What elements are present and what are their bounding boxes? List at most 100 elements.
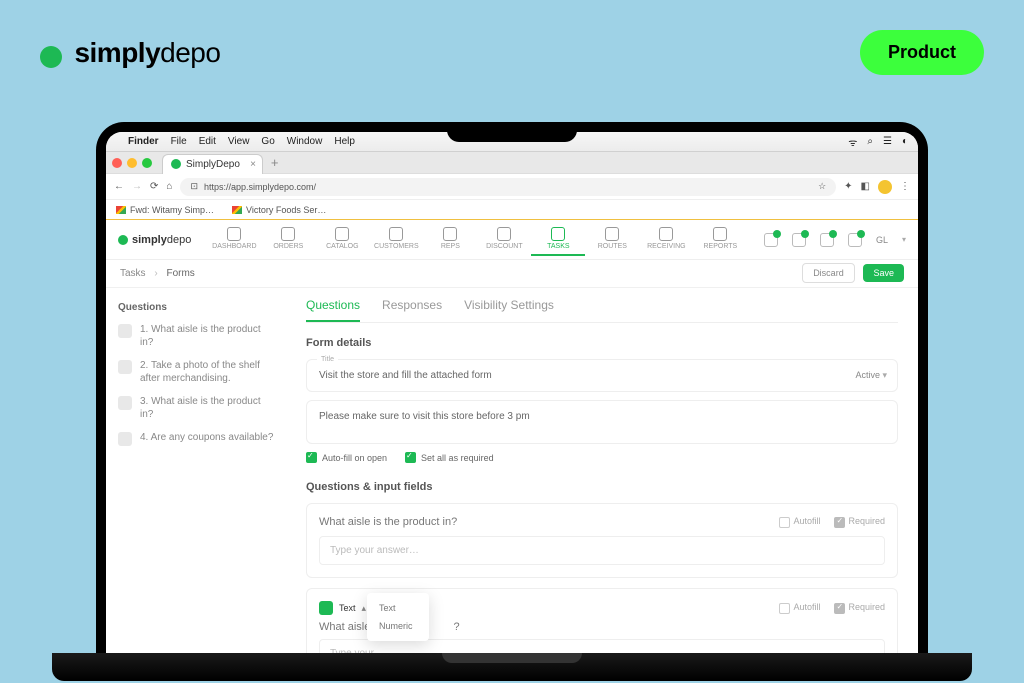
- menubar-item[interactable]: File: [171, 136, 187, 147]
- routes-icon: [605, 227, 619, 241]
- sidebar-heading: Questions: [118, 302, 274, 313]
- type-dropdown[interactable]: Text Numeric: [367, 593, 429, 641]
- type-icon: [319, 601, 333, 615]
- bell-icon[interactable]: [848, 233, 862, 247]
- bookmark-item[interactable]: Fwd: Witamy Simp…: [116, 205, 214, 215]
- description-value: Please make sure to visit this store bef…: [319, 411, 530, 422]
- forward-button[interactable]: →: [132, 181, 142, 192]
- nav-orders[interactable]: ORDERS: [261, 223, 315, 256]
- nav-dashboard[interactable]: DASHBOARD: [207, 223, 261, 256]
- catalog-icon: [335, 227, 349, 241]
- home-button[interactable]: ⌂: [166, 181, 172, 192]
- nav-reps[interactable]: REPS: [423, 223, 477, 256]
- form-tabs: Questions Responses Visibility Settings: [306, 298, 898, 323]
- sidebar-question[interactable]: 3. What aisle is the product in?: [118, 395, 274, 421]
- app-logo[interactable]: simplydepo: [118, 234, 191, 246]
- menu-icon[interactable]: ⋮: [900, 181, 910, 192]
- autofill-toggle[interactable]: Autofill: [779, 516, 820, 527]
- laptop-base: [52, 653, 972, 681]
- profile-avatar[interactable]: [878, 180, 892, 194]
- users-icon[interactable]: [792, 233, 806, 247]
- nav-catalog[interactable]: CATALOG: [315, 223, 369, 256]
- tab-visibility[interactable]: Visibility Settings: [464, 298, 554, 322]
- title-field[interactable]: Title Visit the store and fill the attac…: [306, 359, 898, 392]
- gmail-icon: [116, 206, 126, 214]
- browser-tabs: SimplyDepo × +: [106, 152, 918, 174]
- nav-reports[interactable]: REPORTS: [693, 223, 747, 256]
- answer-input[interactable]: Type your answer…: [319, 536, 885, 565]
- tab-questions[interactable]: Questions: [306, 298, 360, 322]
- question-title: What aisle is the product in?: [319, 516, 457, 528]
- required-checkbox[interactable]: Set all as required: [405, 452, 494, 463]
- menubar-item[interactable]: View: [228, 136, 250, 147]
- questions-sidebar: Questions 1. What aisle is the product i…: [106, 288, 286, 655]
- sidebar-question[interactable]: 1. What aisle is the product in?: [118, 323, 274, 349]
- new-tab-button[interactable]: +: [271, 155, 279, 170]
- menubar-item[interactable]: Go: [261, 136, 274, 147]
- dropdown-option[interactable]: Text: [367, 599, 429, 617]
- menubar-item[interactable]: Help: [334, 136, 355, 147]
- sidebar-question[interactable]: 4. Are any coupons available?: [118, 431, 274, 446]
- tab-responses[interactable]: Responses: [382, 298, 442, 322]
- chevron-right-icon: ›: [154, 268, 157, 279]
- nav-receiving[interactable]: RECEIVING: [639, 223, 693, 256]
- status-select[interactable]: Active: [855, 370, 887, 381]
- minimize-window-icon[interactable]: [127, 158, 137, 168]
- chevron-down-icon[interactable]: ▾: [902, 235, 906, 244]
- required-toggle[interactable]: Required: [834, 602, 885, 613]
- field-label: Title: [317, 356, 338, 363]
- question-icon: [118, 432, 132, 446]
- menubar-item[interactable]: Window: [287, 136, 323, 147]
- brand-dot-icon: [40, 46, 62, 68]
- logo-dot-icon: [118, 235, 128, 245]
- reps-icon: [443, 227, 457, 241]
- nav-customers[interactable]: CUSTOMERS: [369, 223, 423, 256]
- description-field[interactable]: Please make sure to visit this store bef…: [306, 400, 898, 444]
- nav-discount[interactable]: DISCOUNT: [477, 223, 531, 256]
- user-icon[interactable]: ◐: [902, 136, 908, 147]
- app-header: simplydepo DASHBOARD ORDERS CATALOG CUST…: [106, 220, 918, 260]
- dashboard-icon: [227, 227, 241, 241]
- question-card: What aisle is the product in? Autofill R…: [306, 503, 898, 578]
- bookmark-item[interactable]: Victory Foods Ser…: [232, 205, 326, 215]
- brand-logo: simplydepo: [40, 37, 220, 69]
- wifi-icon[interactable]: ᯤ: [848, 135, 857, 149]
- dropdown-option[interactable]: Numeric: [367, 617, 429, 635]
- question-icon: [118, 396, 132, 410]
- type-select[interactable]: Text: [339, 603, 356, 613]
- address-bar[interactable]: ⊡ https://app.simplydepo.com/ ☆: [180, 178, 836, 196]
- nav-routes[interactable]: ROUTES: [585, 223, 639, 256]
- sidebar-question[interactable]: 2. Take a photo of the shelf after merch…: [118, 359, 274, 385]
- browser-tab[interactable]: SimplyDepo ×: [162, 154, 263, 174]
- nav-tasks[interactable]: TASKS: [531, 223, 585, 256]
- back-button[interactable]: ←: [114, 181, 124, 192]
- menubar-item[interactable]: Edit: [199, 136, 216, 147]
- maximize-window-icon[interactable]: [142, 158, 152, 168]
- laptop-notch: [447, 122, 577, 142]
- user-menu[interactable]: GL: [876, 235, 888, 245]
- breadcrumb-root[interactable]: Tasks: [120, 268, 146, 279]
- required-toggle[interactable]: Required: [834, 516, 885, 527]
- cart-icon[interactable]: [764, 233, 778, 247]
- close-window-icon[interactable]: [112, 158, 122, 168]
- extensions-icon[interactable]: ✦: [844, 181, 852, 192]
- autofill-toggle[interactable]: Autofill: [779, 602, 820, 613]
- orders-icon: [281, 227, 295, 241]
- bookmark-star-icon[interactable]: ☆: [818, 181, 826, 192]
- chat-icon[interactable]: [820, 233, 834, 247]
- account-icon[interactable]: ◧: [861, 181, 870, 192]
- autofill-checkbox[interactable]: Auto-fill on open: [306, 452, 387, 463]
- chevron-up-icon[interactable]: ▴: [362, 603, 367, 614]
- breadcrumb-row: Tasks › Forms Discard Save: [106, 260, 918, 288]
- product-pill[interactable]: Product: [860, 30, 984, 75]
- gmail-icon: [232, 206, 242, 214]
- reload-button[interactable]: ⟳: [150, 181, 158, 192]
- section-heading: Questions & input fields: [306, 481, 898, 493]
- close-tab-icon[interactable]: ×: [250, 159, 256, 170]
- search-icon[interactable]: ⌕: [867, 136, 873, 147]
- control-center-icon[interactable]: ☰: [883, 136, 892, 147]
- browser-toolbar: ← → ⟳ ⌂ ⊡ https://app.simplydepo.com/ ☆ …: [106, 174, 918, 200]
- discard-button[interactable]: Discard: [802, 263, 855, 283]
- save-button[interactable]: Save: [863, 264, 904, 282]
- menubar-item[interactable]: Finder: [128, 136, 159, 147]
